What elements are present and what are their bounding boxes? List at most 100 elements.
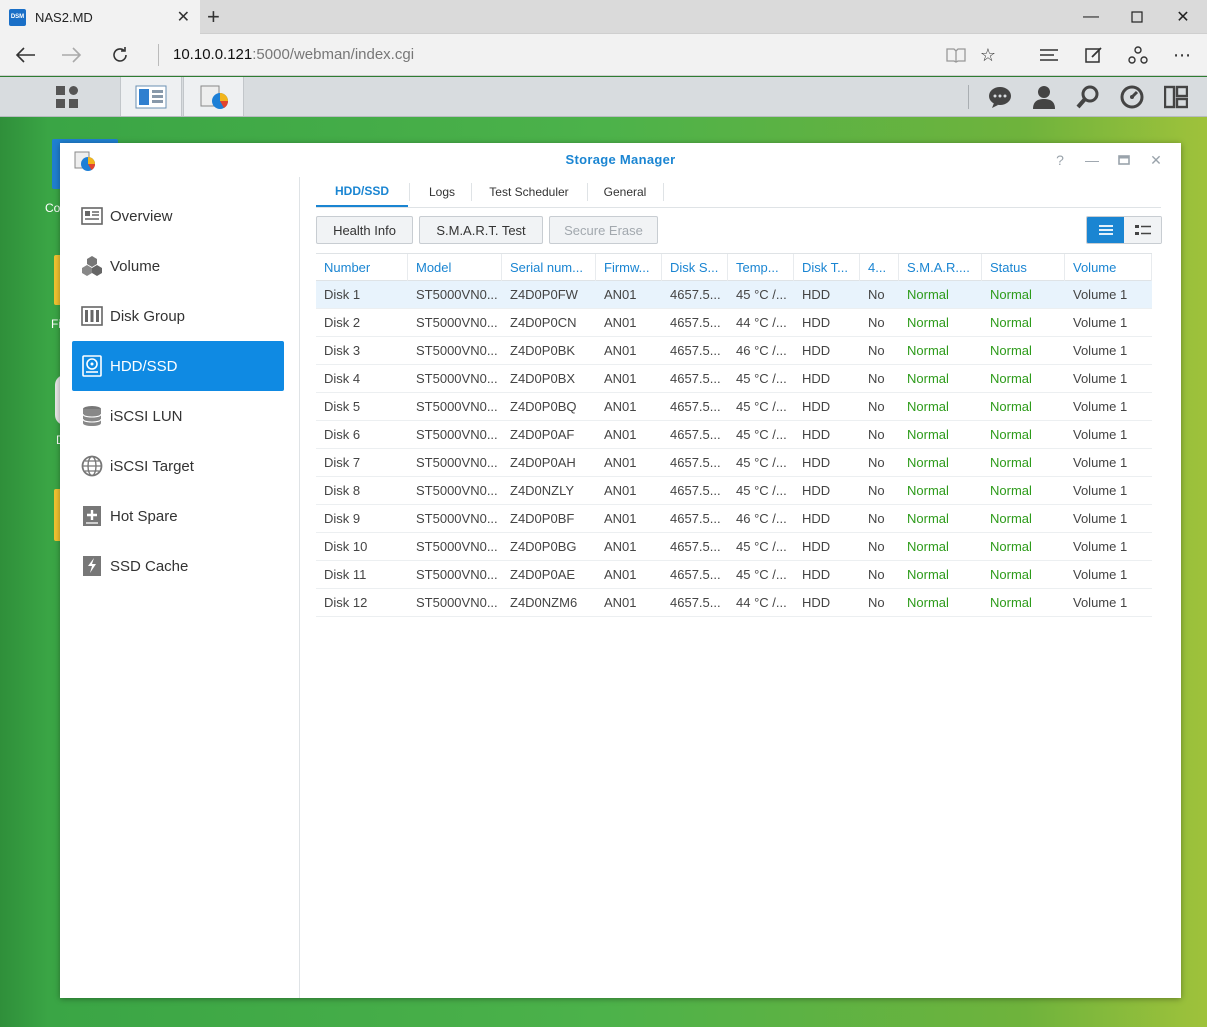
cell-4k-native: No [868, 595, 885, 610]
help-icon[interactable]: ? [1051, 151, 1069, 169]
sidebar-item-overview[interactable]: Overview [72, 191, 284, 241]
column-header-firmware[interactable]: Firmw... [596, 254, 662, 281]
column-header-status[interactable]: Status [982, 254, 1065, 281]
table-row[interactable]: Disk 2 ST5000VN0... Z4D0P0CN AN01 4657.5... 4… [316, 309, 1152, 337]
sidebar-item-label: Volume [110, 257, 161, 275]
table-row[interactable]: Disk 10 ST5000VN0... Z4D0P0BG AN01 4657.5...… [316, 533, 1152, 561]
refresh-icon[interactable] [108, 43, 132, 67]
column-header-number[interactable]: Number [316, 254, 408, 281]
table-row[interactable]: Disk 12 ST5000VN0... Z4D0NZM6 AN01 4657.5...… [316, 589, 1152, 617]
search-icon[interactable] [1076, 85, 1100, 109]
cell-4k-native: No [868, 399, 885, 414]
window-minimize-icon[interactable]: — [1083, 151, 1101, 169]
sidebar-item-iscsi-target[interactable]: iSCSI Target [72, 441, 284, 491]
cell-smart-status: Normal [907, 483, 949, 498]
table-row[interactable]: Disk 3 ST5000VN0... Z4D0P0BK AN01 4657.5... 4… [316, 337, 1152, 365]
sidebar-item-ssd-cache[interactable]: SSD Cache [72, 541, 284, 591]
cell-disk-size: 4657.5... [670, 287, 721, 302]
window-maximize-icon[interactable] [1115, 151, 1133, 169]
sidebar-item-volume[interactable]: Volume [72, 241, 284, 291]
content-tabs: HDD/SSD Logs Test Scheduler General [316, 177, 1161, 208]
more-icon[interactable]: ⋯ [1170, 43, 1194, 67]
column-header-serial-number[interactable]: Serial num... [502, 254, 596, 281]
column-header-4k-native[interactable]: 4... [860, 254, 899, 281]
health-info-button[interactable]: Health Info [316, 216, 413, 244]
column-header-temperature[interactable]: Temp... [728, 254, 794, 281]
main-menu-button[interactable] [24, 77, 110, 116]
storage-manager-task[interactable] [183, 77, 244, 116]
cell-status: Normal [990, 511, 1032, 526]
column-header-disk-type[interactable]: Disk T... [794, 254, 860, 281]
sidebar-item-label: Disk Group [110, 307, 186, 325]
cell-smart-status: Normal [907, 595, 949, 610]
tab-general[interactable]: General [588, 177, 662, 207]
cell-volume: Volume 1 [1073, 511, 1128, 526]
window-close-icon[interactable]: ✕ [1147, 151, 1165, 169]
table-row[interactable]: Disk 7 ST5000VN0... Z4D0P0AH AN01 4657.5... 4… [316, 449, 1152, 477]
maximize-icon[interactable] [1126, 6, 1148, 28]
table-row[interactable]: Disk 9 ST5000VN0... Z4D0P0BF AN01 4657.5... 4… [316, 505, 1152, 533]
table-row[interactable]: Disk 4 ST5000VN0... Z4D0P0BX AN01 4657.5... 4… [316, 365, 1152, 393]
cell-serial-number: Z4D0P0BX [510, 371, 576, 386]
table-row[interactable]: Disk 11 ST5000VN0... Z4D0P0AE AN01 4657.5...… [316, 561, 1152, 589]
reading-view-icon[interactable] [944, 43, 968, 67]
forward-icon[interactable] [60, 43, 84, 67]
resource-monitor-icon[interactable] [1120, 85, 1144, 109]
cell-model: ST5000VN0... [416, 595, 498, 610]
view-toggle [1086, 216, 1162, 244]
cell-firmware: AN01 [604, 287, 637, 302]
cell-4k-native: No [868, 427, 885, 442]
smart-test-button[interactable]: S.M.A.R.T. Test [419, 216, 543, 244]
cell-serial-number: Z4D0P0BF [510, 511, 575, 526]
sidebar-item-hot-spare[interactable]: Hot Spare [72, 491, 284, 541]
notifications-icon[interactable] [988, 85, 1012, 109]
cell-model: ST5000VN0... [416, 567, 498, 582]
column-header-model[interactable]: Model [408, 254, 502, 281]
widgets-icon[interactable] [1164, 85, 1188, 109]
close-tab-icon[interactable]: ✕ [177, 7, 190, 27]
back-icon[interactable] [13, 43, 37, 67]
sidebar-item-disk-group[interactable]: Disk Group [72, 291, 284, 341]
column-header-smart-status[interactable]: S.M.A.R.... [899, 254, 982, 281]
control-panel-task[interactable] [120, 77, 182, 116]
new-tab-icon[interactable]: + [207, 4, 220, 30]
cell-status: Normal [990, 595, 1032, 610]
table-row[interactable]: Disk 1 ST5000VN0... Z4D0P0FW AN01 4657.5... 4… [316, 281, 1152, 309]
detail-view-icon[interactable] [1124, 217, 1161, 243]
dsm-favicon-icon: DSM [9, 8, 26, 26]
tab-logs[interactable]: Logs [410, 177, 474, 207]
cell-number: Disk 2 [324, 315, 361, 330]
close-window-icon[interactable]: ✕ [1172, 6, 1194, 28]
cell-disk-type: HDD [802, 567, 831, 582]
user-icon[interactable] [1032, 85, 1056, 109]
tab-test-scheduler[interactable]: Test Scheduler [472, 177, 586, 207]
cell-serial-number: Z4D0NZLY [510, 483, 575, 498]
cell-4k-native: No [868, 511, 885, 526]
main-menu-icon [56, 85, 78, 108]
cell-number: Disk 8 [324, 483, 361, 498]
tab-hdd-ssd[interactable]: HDD/SSD [316, 177, 408, 207]
cell-firmware: AN01 [604, 343, 637, 358]
column-header-volume[interactable]: Volume [1065, 254, 1152, 281]
browser-tab[interactable]: DSM NAS2.MD ✕ [0, 0, 200, 34]
ssd-cache-icon [81, 555, 103, 577]
window-title-bar[interactable]: Storage Manager ? — ✕ [60, 143, 1181, 177]
hub-icon[interactable] [1037, 43, 1061, 67]
table-row[interactable]: Disk 5 ST5000VN0... Z4D0P0BQ AN01 4657.5... 4… [316, 393, 1152, 421]
list-view-icon[interactable] [1087, 217, 1124, 243]
table-row[interactable]: Disk 6 ST5000VN0... Z4D0P0AF AN01 4657.5... 4… [316, 421, 1152, 449]
secure-erase-button[interactable]: Secure Erase [549, 216, 658, 244]
cell-disk-type: HDD [802, 595, 831, 610]
minimize-icon[interactable]: — [1080, 6, 1102, 28]
web-note-icon[interactable] [1082, 43, 1106, 67]
cell-temperature: 44 °C /... [736, 315, 787, 330]
table-row[interactable]: Disk 8 ST5000VN0... Z4D0NZLY AN01 4657.5... 4… [316, 477, 1152, 505]
sidebar-item-hdd-ssd[interactable]: HDD/SSD [72, 341, 284, 391]
share-icon[interactable] [1126, 43, 1150, 67]
cell-model: ST5000VN0... [416, 315, 498, 330]
url-field[interactable]: 10.10.0.121:5000/webman/index.cgi [173, 46, 414, 63]
column-header-disk-size[interactable]: Disk S... [662, 254, 728, 281]
sidebar-item-iscsi-lun[interactable]: iSCSI LUN [72, 391, 284, 441]
favorite-star-icon[interactable]: ☆ [976, 43, 1000, 67]
cell-4k-native: No [868, 315, 885, 330]
